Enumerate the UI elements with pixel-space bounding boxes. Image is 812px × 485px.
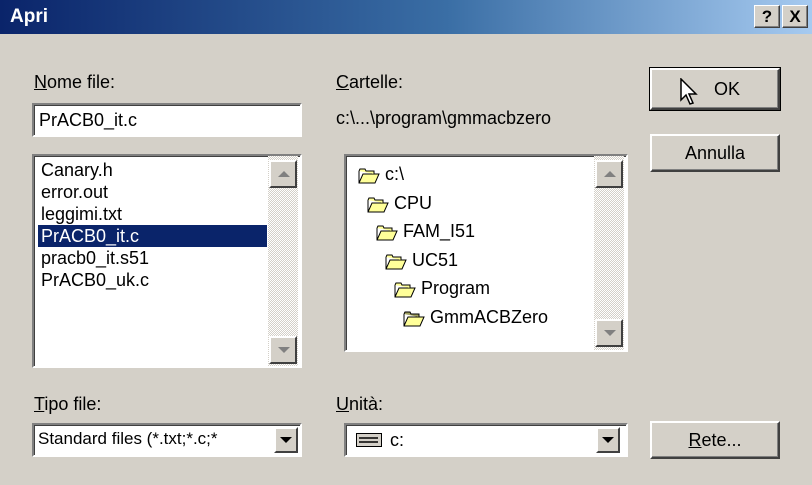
scroll-up-button[interactable]	[269, 160, 297, 188]
folder-name: CPU	[394, 192, 433, 213]
open-folder-icon	[358, 166, 380, 184]
up-arrow-icon	[278, 171, 290, 177]
ok-label: OK	[713, 79, 740, 99]
file-name-input[interactable]: PrACB0_it.c	[32, 103, 302, 137]
drive-select[interactable]: c:	[344, 423, 628, 457]
file-list-item[interactable]: Canary.h	[38, 159, 116, 181]
file-type-label: Tipo file:	[34, 394, 102, 414]
file-type-select[interactable]: Standard files (*.txt;*.c;*	[32, 423, 302, 457]
chevron-down-icon	[280, 437, 292, 443]
drive-label: Unità:	[336, 394, 384, 414]
folder-name: UC51	[412, 249, 459, 270]
file-name-value: PrACB0_it.c	[39, 110, 138, 130]
file-type-dropdown-button[interactable]	[274, 427, 298, 453]
open-folder-icon	[376, 223, 398, 241]
folder-name: FAM_I51	[403, 221, 476, 241]
drive-icon	[356, 433, 382, 447]
file-list-item[interactable]: error.out	[38, 181, 111, 203]
up-arrow-icon	[604, 171, 616, 177]
current-path: c:\...\program\gmmacbzero	[336, 108, 552, 128]
folder-name: c:\	[385, 164, 405, 184]
folder-name: GmmACBZero	[430, 306, 549, 327]
scroll-up-button[interactable]	[595, 160, 623, 188]
cursor-icon	[680, 78, 698, 105]
cancel-button[interactable]: Annulla	[650, 134, 780, 172]
open-folder-icon	[394, 280, 416, 298]
file-list-item[interactable]: pracb0_it.s51	[38, 247, 152, 269]
close-button[interactable]: X	[782, 5, 808, 28]
scroll-down-button[interactable]	[269, 336, 297, 364]
folder-name: Program	[421, 278, 491, 298]
open-folder-icon	[367, 195, 389, 212]
ok-button[interactable]: OK	[649, 67, 781, 111]
help-button[interactable]: ?	[754, 5, 780, 28]
open-dialog: Apri ? X Nome file: PrACB0_it.c Canary.h…	[0, 0, 812, 485]
folder-tree-scrollbar[interactable]	[594, 156, 624, 350]
drive-dropdown-button[interactable]	[596, 427, 620, 453]
file-type-value: Standard files (*.txt;*.c;*	[38, 429, 218, 448]
open-folder-icon	[385, 252, 407, 269]
file-list[interactable]: Canary.h error.out leggimi.txt PrACB0_it.c p…	[32, 154, 302, 368]
dialog-title: Apri	[10, 6, 48, 27]
chevron-down-icon	[602, 437, 614, 443]
network-button[interactable]: Rete...	[650, 421, 780, 459]
scroll-down-button[interactable]	[595, 319, 623, 347]
folder-tree[interactable]: c:\ CPU FAM_I51 UC51 Program GmmACBZero	[344, 154, 628, 352]
folders-label: Cartelle:	[336, 72, 404, 92]
title-bar[interactable]: Apri ? X	[0, 0, 812, 34]
file-list-item[interactable]: leggimi.txt	[38, 203, 125, 225]
file-list-scrollbar[interactable]	[268, 156, 298, 366]
open-folder-icon	[403, 309, 425, 326]
file-name-label: Nome file:	[34, 72, 116, 92]
down-arrow-icon	[278, 347, 290, 353]
drive-value: c:	[390, 430, 405, 450]
file-list-item[interactable]: PrACB0_uk.c	[38, 269, 152, 291]
down-arrow-icon	[604, 330, 616, 336]
file-list-item[interactable]: PrACB0_it.c	[38, 225, 267, 247]
